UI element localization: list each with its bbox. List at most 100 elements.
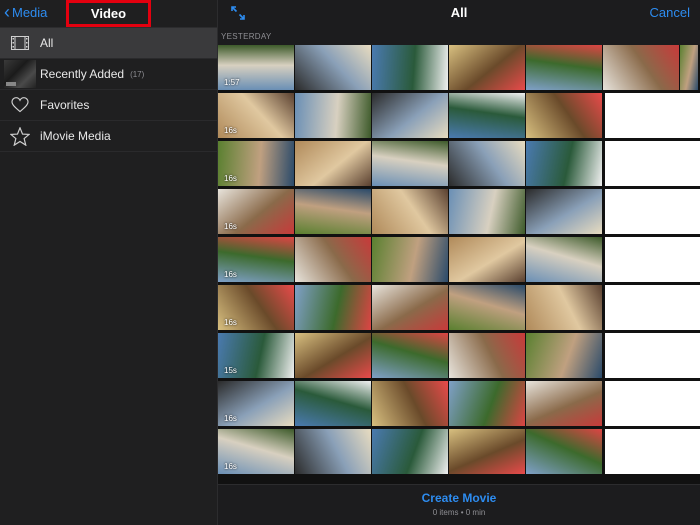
video-thumbnail[interactable]: 1:57 <box>218 45 294 90</box>
empty-slot <box>605 93 700 138</box>
film-icon <box>8 36 32 50</box>
video-thumbnail[interactable] <box>372 333 448 378</box>
selection-status: 0 items • 0 min <box>432 508 486 517</box>
thumbnail-row: 15s <box>218 333 700 379</box>
sidebar-item-count: (17) <box>130 69 145 79</box>
video-thumbnail[interactable] <box>295 333 371 378</box>
video-thumbnail[interactable]: 16s <box>218 381 294 426</box>
duration-label: 15s <box>224 366 237 375</box>
heart-icon <box>8 97 32 113</box>
video-thumbnail[interactable] <box>526 429 602 474</box>
video-thumbnail[interactable] <box>526 333 602 378</box>
video-thumbnail[interactable] <box>295 285 371 330</box>
video-thumbnail[interactable] <box>295 45 371 90</box>
sidebar-item-label: All <box>40 36 54 50</box>
media-browser: All Cancel YESTERDAY 1:57 16s 16s 16s 16s 16s… <box>218 0 700 525</box>
duration-label: 16s <box>224 174 237 183</box>
video-thumbnail[interactable] <box>526 285 602 330</box>
video-thumbnail[interactable] <box>449 141 525 186</box>
empty-slot <box>605 429 700 474</box>
video-thumbnail[interactable] <box>372 285 448 330</box>
thumbnail-row: 16s <box>218 93 700 139</box>
video-thumbnail[interactable] <box>449 333 525 378</box>
empty-slot <box>605 189 700 234</box>
video-thumbnail[interactable] <box>449 285 525 330</box>
top-bar: All Cancel <box>218 0 700 27</box>
video-thumbnail[interactable] <box>449 45 525 90</box>
video-grid: 1:57 16s 16s 16s 16s 16s 15s 16s 16s <box>218 45 700 485</box>
duration-label: 16s <box>224 462 237 471</box>
thumbnail-row: 16s <box>218 285 700 331</box>
thumbnail-row: 1:57 <box>218 45 700 91</box>
video-thumbnail[interactable] <box>295 189 371 234</box>
video-thumbnail[interactable] <box>680 45 698 90</box>
video-thumbnail[interactable]: 16s <box>218 429 294 474</box>
empty-slot <box>605 141 700 186</box>
back-button[interactable]: ‹ Media <box>4 2 48 22</box>
video-thumbnail[interactable] <box>449 189 525 234</box>
video-thumbnail[interactable]: 15s <box>218 333 294 378</box>
sidebar-header: ‹ Media Video <box>0 0 217 28</box>
empty-slot <box>605 333 700 378</box>
video-thumbnail[interactable] <box>372 189 448 234</box>
back-label: Media <box>12 4 48 20</box>
video-thumbnail[interactable] <box>295 237 371 282</box>
sidebar-item-recently-added[interactable]: Recently Added (17) <box>0 59 217 90</box>
empty-slot <box>605 285 700 330</box>
video-thumbnail[interactable]: 16s <box>218 141 294 186</box>
sidebar-item-label: Favorites <box>40 98 90 112</box>
video-thumbnail[interactable] <box>449 429 525 474</box>
video-thumbnail[interactable] <box>526 45 602 90</box>
thumbnail-row: 16s <box>218 237 700 283</box>
video-thumbnail[interactable] <box>526 93 602 138</box>
star-icon <box>8 126 32 146</box>
thumbnail-row: 16s <box>218 429 700 475</box>
video-thumbnail[interactable]: 16s <box>218 237 294 282</box>
video-thumbnail[interactable] <box>295 93 371 138</box>
sidebar-item-label: iMovie Media <box>40 129 111 143</box>
video-thumbnail[interactable] <box>526 237 602 282</box>
create-movie-button[interactable]: Create Movie <box>218 491 700 505</box>
thumbnail-row: 16s <box>218 381 700 427</box>
duration-label: 1:57 <box>224 78 240 87</box>
duration-label: 16s <box>224 126 237 135</box>
sidebar: ‹ Media Video All Recently Added (17) Fa… <box>0 0 218 525</box>
cancel-button[interactable]: Cancel <box>650 5 690 20</box>
duration-label: 16s <box>224 222 237 231</box>
sidebar-title: Video <box>66 0 151 27</box>
thumbnail-row: 16s <box>218 189 700 235</box>
sidebar-item-all[interactable]: All <box>0 28 217 59</box>
video-thumbnail[interactable] <box>526 141 602 186</box>
thumbnail-row: 16s <box>218 141 700 187</box>
duration-label: 16s <box>224 318 237 327</box>
video-thumbnail[interactable] <box>526 381 602 426</box>
video-thumbnail[interactable] <box>449 381 525 426</box>
sidebar-item-label: Recently Added <box>40 67 125 81</box>
duration-label: 16s <box>224 270 237 279</box>
video-thumbnail[interactable] <box>603 45 679 90</box>
video-thumbnail[interactable] <box>295 429 371 474</box>
video-thumbnail[interactable] <box>372 381 448 426</box>
bottom-bar: Create Movie 0 items • 0 min <box>218 484 700 525</box>
video-thumbnail[interactable] <box>372 429 448 474</box>
video-thumbnail[interactable] <box>372 237 448 282</box>
chevron-left-icon: ‹ <box>4 2 10 22</box>
video-thumbnail[interactable] <box>526 189 602 234</box>
video-thumbnail[interactable] <box>295 141 371 186</box>
video-thumbnail[interactable] <box>372 93 448 138</box>
recently-added-thumbnail <box>4 60 36 88</box>
video-thumbnail[interactable]: 16s <box>218 93 294 138</box>
sidebar-item-favorites[interactable]: Favorites <box>0 90 217 121</box>
video-thumbnail[interactable] <box>372 141 448 186</box>
page-title: All <box>450 5 468 20</box>
empty-slot <box>605 237 700 282</box>
sidebar-item-imovie-media[interactable]: iMovie Media <box>0 121 217 152</box>
video-thumbnail[interactable] <box>449 93 525 138</box>
video-thumbnail[interactable] <box>449 237 525 282</box>
empty-slot <box>605 381 700 426</box>
video-thumbnail[interactable]: 16s <box>218 285 294 330</box>
video-thumbnail[interactable] <box>372 45 448 90</box>
video-thumbnail[interactable]: 16s <box>218 189 294 234</box>
video-thumbnail[interactable] <box>295 381 371 426</box>
section-header: YESTERDAY <box>218 27 700 45</box>
